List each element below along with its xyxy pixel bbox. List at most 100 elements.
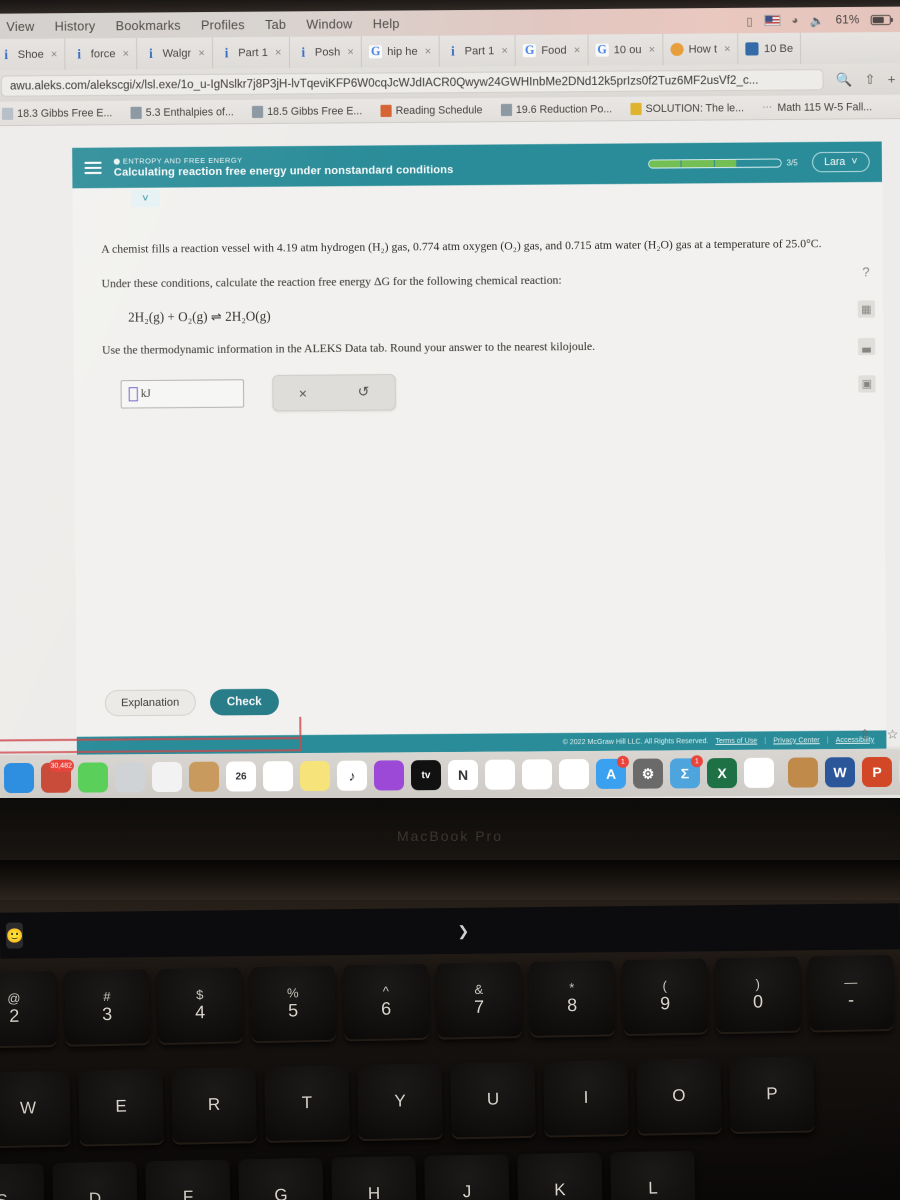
menu-help[interactable]: Help (363, 16, 410, 31)
tab-close-icon[interactable]: × (196, 47, 205, 59)
keyboard-key[interactable]: O (636, 1058, 722, 1134)
browser-tab[interactable]: i force × (65, 38, 138, 70)
keyboard-key[interactable]: I (543, 1059, 629, 1136)
keyboard-key[interactable]: @2 (0, 970, 57, 1047)
chrome-icon[interactable] (743, 757, 775, 788)
user-menu-button[interactable]: Lara ˅ (811, 151, 870, 173)
keyboard-key[interactable]: ^ 6 (343, 963, 429, 1040)
privacy-center-link[interactable]: Privacy Center (773, 737, 820, 744)
keyboard-key[interactable]: * 8 (529, 960, 615, 1036)
clear-answer-button[interactable]: × (299, 385, 307, 401)
help-icon[interactable]: ? (857, 263, 874, 280)
pages-icon[interactable] (558, 759, 590, 790)
podcasts-icon[interactable] (373, 760, 405, 791)
preferences-icon[interactable] (114, 762, 146, 793)
tab-close-icon[interactable]: × (49, 48, 58, 60)
bookmark-item[interactable]: Reading Schedule (371, 104, 491, 117)
explanation-button[interactable]: Explanation (104, 689, 196, 717)
emoji-picker-button[interactable]: 🙂 (5, 922, 24, 949)
share-icon[interactable]: ⇧ (859, 727, 870, 743)
keyboard-key[interactable]: Y (357, 1063, 443, 1140)
tab-close-icon[interactable]: × (345, 46, 354, 58)
bookmark-item[interactable]: SOLUTION: The le... (621, 101, 753, 115)
star-icon[interactable]: ☆ (887, 726, 899, 742)
periodic-table-icon[interactable]: ▣ (858, 375, 876, 393)
keyboard-key[interactable]: $4 (157, 967, 243, 1043)
plus-icon[interactable]: + (888, 71, 896, 87)
news-icon[interactable]: N (447, 759, 479, 791)
keyboard-key[interactable]: & 7 (436, 962, 522, 1038)
garageband-icon[interactable] (787, 757, 819, 788)
bookmark-item[interactable]: ⋯ Math 115 W-5 Fall... (753, 100, 881, 114)
powerpoint-icon[interactable]: P (861, 756, 893, 788)
apple-tv-icon[interactable]: tv (410, 760, 442, 791)
bookmark-item[interactable]: 18.5 Gibbs Free E... (243, 104, 372, 118)
browser-tab[interactable]: i Part 1 × (212, 36, 290, 69)
keyboard-key[interactable]: U (450, 1061, 536, 1138)
keyboard-key[interactable]: D (52, 1161, 138, 1200)
wifi-icon[interactable]: ◕ (791, 14, 798, 26)
search-icon[interactable]: 🔍 (836, 71, 853, 87)
keyboard-key[interactable]: #3 (64, 969, 150, 1045)
numbers-icon[interactable] (484, 759, 516, 790)
tab-close-icon[interactable]: × (572, 44, 581, 56)
system-settings-icon[interactable]: ⚙ (632, 758, 664, 789)
tab-close-icon[interactable]: × (647, 44, 656, 56)
browser-tab[interactable]: G 10 ou × (588, 33, 664, 66)
keyboard-key[interactable]: — - (808, 954, 894, 1031)
calculator-icon[interactable]: ▦ (857, 300, 875, 318)
keyboard-key[interactable]: G (238, 1157, 324, 1200)
mathematica-icon[interactable]: Σ1 (669, 755, 703, 789)
terms-of-use-link[interactable]: Terms of Use (715, 737, 757, 744)
browser-tab[interactable]: i Shoe × (0, 38, 66, 71)
bookmark-item[interactable]: 5.3 Enthalpies of... (121, 106, 243, 119)
keyboard-key[interactable]: K (517, 1152, 603, 1200)
keyboard-key[interactable]: E (78, 1068, 164, 1145)
photos-icon[interactable] (151, 761, 183, 793)
check-button[interactable]: Check (209, 688, 280, 716)
keyboard-key[interactable]: H (331, 1156, 417, 1200)
touchbar-expand-icon[interactable]: ❯ (447, 922, 479, 939)
address-bar-input[interactable]: awu.aleks.com/alekscgi/x/lsl.exe/1o_u-Ig… (0, 69, 824, 97)
music-icon[interactable]: ♪ (336, 760, 368, 791)
browser-tab[interactable]: G Food × (515, 34, 589, 67)
bookmark-item[interactable]: 18.3 Gibbs Free E... (0, 106, 121, 120)
browser-tab[interactable]: Ghip he × (361, 35, 440, 68)
bookmark-item[interactable]: 19.6 Reduction Po... (492, 103, 622, 116)
finder-icon[interactable] (3, 762, 35, 794)
tab-close-icon[interactable]: × (423, 45, 432, 57)
menu-profiles[interactable]: Profiles (191, 17, 255, 32)
keyboard-key[interactable]: F (145, 1159, 231, 1200)
share-icon[interactable]: ⇧ (864, 71, 875, 87)
us-flag-icon[interactable] (764, 14, 781, 27)
calculator-app-icon[interactable]: 30,482 (40, 759, 74, 793)
browser-tab[interactable]: i Posh × (289, 36, 363, 69)
browser-tab[interactable]: 10 Be (738, 32, 802, 65)
keyboard-key[interactable]: S (0, 1163, 45, 1200)
battery-icon[interactable] (870, 14, 891, 25)
airplay-icon[interactable]: ▯ (746, 13, 753, 27)
keyboard-key[interactable]: J (424, 1154, 510, 1200)
undo-button[interactable]: ↺ (358, 384, 370, 401)
notes-icon[interactable] (299, 760, 331, 792)
keyboard-key[interactable]: L (610, 1150, 696, 1200)
tab-close-icon[interactable]: × (121, 48, 130, 60)
menu-tab[interactable]: Tab (255, 17, 296, 31)
answer-input[interactable]: kJ (120, 379, 245, 409)
word-icon[interactable]: W (824, 757, 856, 788)
tab-close-icon[interactable]: × (499, 45, 508, 57)
menu-bookmarks[interactable]: Bookmarks (105, 18, 190, 33)
keyboard-key[interactable]: (9 (622, 958, 708, 1035)
browser-tab[interactable]: i Part 1 × (439, 35, 517, 68)
tab-close-icon[interactable]: × (273, 46, 282, 58)
menu-window[interactable]: Window (296, 17, 363, 32)
menu-history[interactable]: History (44, 19, 105, 34)
excel-icon[interactable]: X (706, 757, 738, 789)
chart-icon[interactable]: ▃ (857, 337, 876, 356)
keyboard-key[interactable]: T (264, 1065, 350, 1141)
hamburger-icon[interactable] (84, 161, 102, 175)
browser-tab[interactable]: How t × (663, 33, 739, 66)
keynote-icon[interactable] (521, 759, 553, 790)
browser-tab[interactable]: i Walgr × (137, 37, 214, 70)
menu-view[interactable]: View (0, 19, 45, 34)
